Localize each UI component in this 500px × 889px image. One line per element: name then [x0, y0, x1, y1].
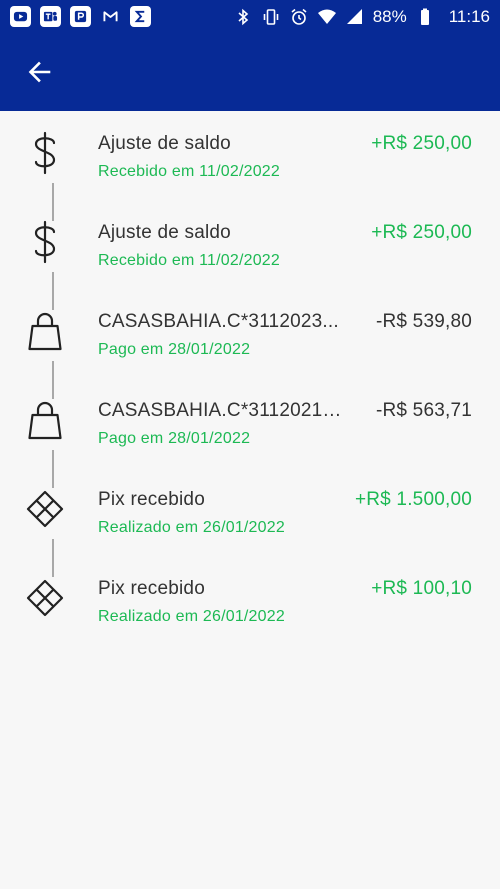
p-app-icon — [70, 6, 91, 27]
transaction-row[interactable]: Pix recebido Realizado em 26/01/2022 +R$ 1… — [0, 574, 500, 663]
transaction-status-date: Recebido em 11/02/2022 — [98, 163, 281, 180]
transaction-title: Pix recebido — [98, 578, 205, 599]
transaction-amount: +R$ 250,00 — [371, 133, 472, 154]
clock: 11:16 — [448, 6, 490, 26]
teams-icon — [40, 6, 61, 27]
transaction-icon-column — [0, 396, 98, 444]
transaction-type-icon — [25, 574, 65, 622]
transaction-type-icon — [25, 485, 65, 533]
transaction-title: CASASBAHIA.C*3112023... — [98, 311, 339, 332]
transaction-title: CASASBAHIA.C*31120212... — [98, 400, 348, 421]
sigma-app-icon — [130, 6, 151, 27]
gmail-icon — [100, 6, 121, 27]
signal-icon — [345, 7, 365, 27]
transaction-icon-column — [0, 129, 98, 177]
transaction-row[interactable]: Ajuste de saldo Recebido em 11/02/2022 +R$… — [0, 129, 500, 221]
transaction-status-date: Pago em 28/01/2022 — [98, 430, 251, 447]
transaction-row[interactable]: CASASBAHIA.C*31120212... Pago em 28/01/20… — [0, 396, 500, 488]
transaction-icon-column — [0, 574, 98, 622]
dollar-icon — [34, 131, 56, 175]
transaction-row[interactable]: Ajuste de saldo Recebido em 11/02/2022 +R$… — [0, 218, 500, 310]
shopping-bag-icon — [28, 401, 62, 440]
back-button[interactable] — [24, 56, 56, 88]
battery-level: 88% — [372, 6, 407, 26]
transaction-icon-column — [0, 485, 98, 533]
timeline-connector — [52, 183, 54, 221]
shopping-bag-icon — [28, 312, 62, 351]
dollar-icon — [34, 220, 56, 264]
pix-icon — [26, 579, 64, 617]
timeline-connector — [52, 272, 54, 310]
transaction-list: Ajuste de saldo Recebido em 11/02/2022 +R$… — [0, 111, 500, 663]
system-status: 88% 11:16 — [233, 7, 490, 27]
transaction-status-date: Recebido em 11/02/2022 — [98, 252, 281, 269]
alarm-icon — [289, 7, 309, 27]
transaction-amount: +R$ 1.500,00 — [354, 489, 472, 510]
transaction-amount: +R$ 250,00 — [371, 222, 472, 243]
battery-icon — [415, 7, 435, 27]
timeline-connector — [52, 539, 54, 577]
transaction-type-icon — [25, 129, 65, 177]
transaction-row[interactable]: CASASBAHIA.C*3112023... Pago em 28/01/202… — [0, 307, 500, 399]
bluetooth-icon — [233, 7, 253, 27]
transaction-amount: -R$ 563,71 — [375, 400, 472, 421]
vibrate-icon — [261, 7, 281, 27]
transaction-type-icon — [25, 396, 65, 444]
transaction-type-icon — [25, 218, 65, 266]
transaction-icon-column — [0, 218, 98, 266]
transaction-amount: -R$ 539,80 — [375, 311, 472, 332]
wifi-icon — [317, 7, 337, 27]
youtube-icon — [10, 6, 31, 27]
notification-icons — [10, 6, 151, 27]
transaction-title: Ajuste de saldo — [98, 222, 231, 243]
app-bar — [0, 33, 500, 111]
transaction-status-date: Pago em 28/01/2022 — [98, 341, 251, 358]
timeline-connector — [52, 450, 54, 488]
transaction-status-date: Realizado em 26/01/2022 — [98, 519, 285, 536]
transaction-title: Pix recebido — [98, 489, 205, 510]
transaction-type-icon — [25, 307, 65, 355]
transaction-status-date: Realizado em 26/01/2022 — [98, 608, 285, 625]
pix-icon — [26, 490, 64, 528]
transaction-title: Ajuste de saldo — [98, 133, 231, 154]
transaction-row[interactable]: Pix recebido Realizado em 26/01/2022 +R$ 1… — [0, 485, 500, 577]
transaction-icon-column — [0, 307, 98, 355]
timeline-connector — [52, 361, 54, 399]
transaction-amount: +R$ 100,10 — [371, 578, 472, 599]
arrow-left-icon — [28, 61, 51, 83]
status-bar: 88% 11:16 — [0, 0, 500, 33]
